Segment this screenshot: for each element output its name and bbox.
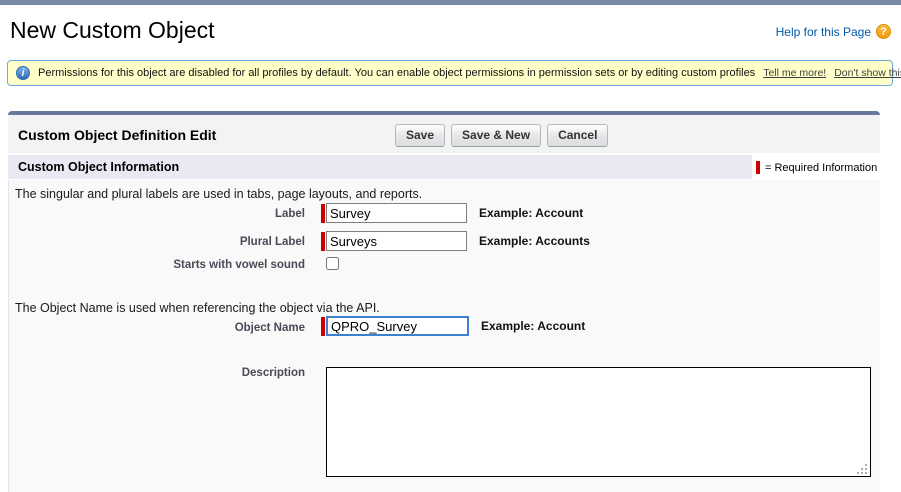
label-input[interactable] [326,203,467,223]
plural-label-input[interactable] [326,231,467,251]
dont-show-again-link[interactable]: Don't show this message again [834,67,901,79]
subsection-title: Custom Object Information [18,160,179,174]
required-indicator [321,232,325,251]
custom-object-edit-section: Custom Object Definition Edit Save Save … [8,111,880,492]
description-field-label: Description [9,367,305,379]
plural-example-text: Example: Accounts [479,234,590,248]
description-field-row [326,367,871,480]
object-name-field-row: Example: Account [321,316,585,336]
vowel-field-label: Starts with vowel sound [9,259,305,271]
object-name-input[interactable] [326,316,469,336]
section-header: Custom Object Definition Edit Save Save … [8,115,880,155]
label-field-row: Example: Account [321,203,583,223]
form-area: The singular and plural labels are used … [8,180,880,492]
plural-label-field-label: Plural Label [9,236,305,248]
object-name-example-text: Example: Account [481,319,585,333]
help-group: Help for this Page ? [776,24,891,39]
info-banner: i Permissions for this object are disabl… [7,60,893,86]
banner-message: Permissions for this object are disabled… [38,67,755,79]
required-indicator [321,204,325,223]
section-title: Custom Object Definition Edit [18,127,216,143]
page-title: New Custom Object [10,17,215,44]
save-button[interactable]: Save [395,124,445,147]
plural-label-field-row: Example: Accounts [321,231,590,251]
page: New Custom Object Help for this Page ? i… [0,0,901,492]
description-textarea[interactable] [326,367,871,477]
tell-me-more-link[interactable]: Tell me more! [763,67,826,79]
labels-intro-text: The singular and plural labels are used … [15,187,422,201]
required-indicator [321,317,325,336]
resize-grip-icon[interactable] [865,472,867,474]
label-example-text: Example: Account [479,206,583,220]
required-legend: = Required Information [752,155,880,180]
top-accent-bar [0,0,901,5]
info-icon: i [16,66,30,80]
cancel-button[interactable]: Cancel [547,124,608,147]
help-link[interactable]: Help for this Page [776,25,871,39]
required-legend-text: = Required Information [765,162,877,174]
help-icon[interactable]: ? [876,24,891,39]
label-field-label: Label [9,208,305,220]
subsection-header: Custom Object Information = Required Inf… [8,155,880,180]
api-intro-text: The Object Name is used when referencing… [15,301,380,315]
button-group: Save Save & New Cancel [395,124,608,147]
object-name-field-label: Object Name [9,322,305,334]
starts-with-vowel-checkbox[interactable] [326,257,339,270]
required-indicator-icon [756,161,760,174]
vowel-field-row [326,257,339,270]
save-and-new-button[interactable]: Save & New [451,124,541,147]
